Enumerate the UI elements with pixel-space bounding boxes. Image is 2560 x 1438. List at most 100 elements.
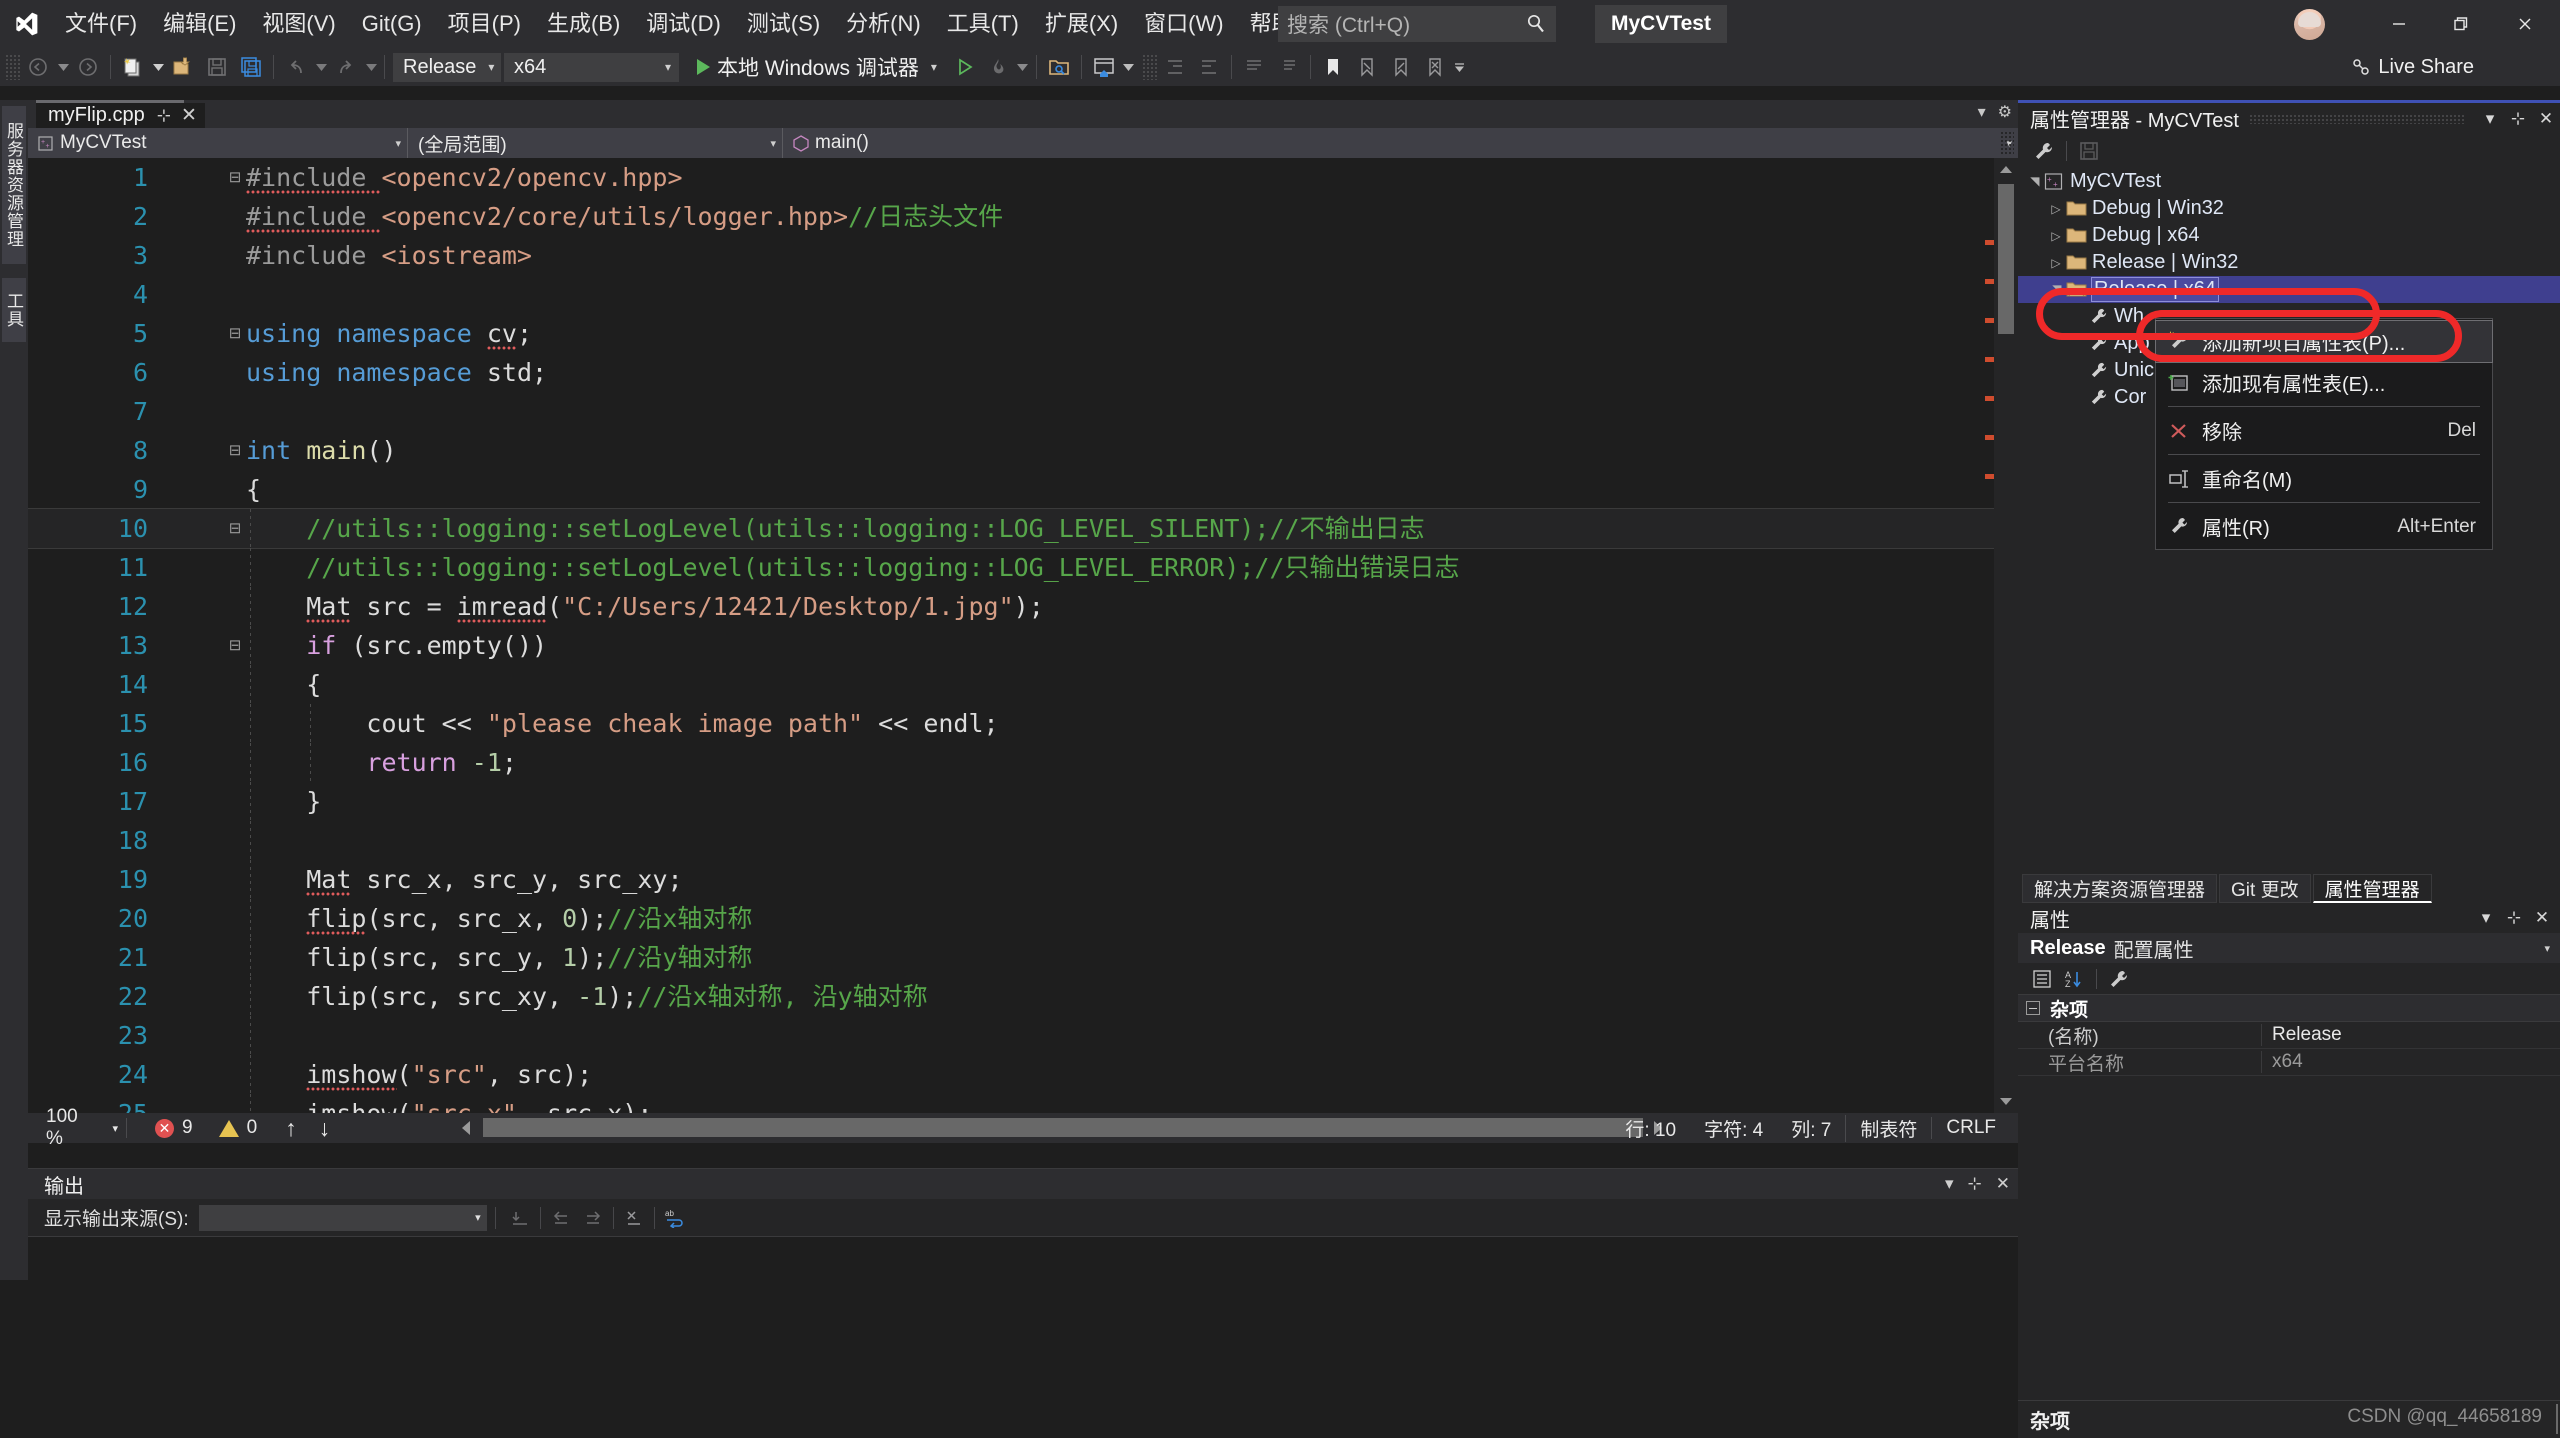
alphabetical-view-button[interactable]: AZ (2058, 964, 2090, 994)
menu-view[interactable]: 视图(V) (249, 6, 348, 42)
scroll-up-arrow-icon[interactable] (2000, 166, 2012, 173)
indentation-indicator[interactable]: 制表符 (1845, 1114, 1931, 1142)
line-ending-indicator[interactable]: CRLF (1931, 1117, 2010, 1139)
toggle-bookmark-button[interactable] (1316, 51, 1350, 83)
redo-button[interactable] (329, 51, 363, 83)
context-menu-item[interactable]: 属性(R) Alt+Enter (2156, 506, 2492, 547)
fold-collapse-icon[interactable]: ⊟ (224, 509, 246, 548)
code-editor[interactable]: 1 ⊟ #include <opencv2/opencv.hpp> 2 #include… (28, 158, 2018, 1113)
start-without-debugging-button[interactable] (947, 51, 981, 83)
warning-count-item[interactable]: 0 (218, 1117, 257, 1139)
code-line[interactable]: 10 ⊟ //utils::logging::setLogLevel(utils:… (28, 508, 2018, 549)
clear-bookmarks-button[interactable] (1418, 51, 1452, 83)
navigate-back-button[interactable] (21, 51, 55, 83)
code-line[interactable]: 6 using namespace std; (28, 353, 2018, 392)
close-button[interactable] (2494, 0, 2556, 48)
scrollbar-thumb[interactable] (1998, 184, 2014, 334)
horizontal-scrollbar[interactable] (483, 1118, 1643, 1137)
context-menu-item[interactable]: 添加现有属性表(E)... (2156, 362, 2492, 403)
fold-collapse-icon[interactable]: ⊟ (224, 431, 246, 470)
navbar-project-combo[interactable]: + + MyCVTest ▾ (28, 128, 408, 158)
go-to-next-button[interactable] (577, 1203, 609, 1233)
minimize-button[interactable] (2368, 0, 2430, 48)
save-property-sheet-button[interactable] (2073, 136, 2105, 166)
menu-file[interactable]: 文件(F) (52, 6, 150, 42)
live-share-button[interactable]: Live Share (2343, 51, 2482, 83)
code-line[interactable]: 3 #include <iostream> (28, 236, 2018, 275)
navbar-grip[interactable] (2000, 131, 2014, 155)
output-source-combo[interactable]: ▾ (198, 1204, 487, 1231)
chevron-expanded-icon[interactable]: ◢ (2027, 174, 2041, 190)
chevron-down-icon[interactable]: ▾ (1978, 102, 1986, 122)
tab-property-manager[interactable]: 属性管理器 (2312, 874, 2432, 903)
hot-reload-dropdown[interactable] (1015, 51, 1031, 83)
menu-analyze[interactable]: 分析(N) (833, 6, 934, 42)
code-line[interactable]: 24 imshow("src", src); (28, 1055, 2018, 1094)
clear-output-button[interactable] (504, 1203, 536, 1233)
tree-item[interactable]: ▷ Release | Win32 (2018, 249, 2560, 276)
horizontal-scrollbar-thumb[interactable] (483, 1118, 1643, 1137)
document-tab-myflip-cpp[interactable]: myFlip.cpp ⊹ ✕ (36, 103, 205, 128)
tab-git-changes[interactable]: Git 更改 (2219, 874, 2311, 903)
code-line[interactable]: 1 ⊟ #include <opencv2/opencv.hpp> (28, 158, 2018, 197)
platform-combo[interactable]: x64 ▾ (504, 52, 679, 82)
pin-icon[interactable]: ⊹ (2504, 105, 2532, 133)
code-line[interactable]: 16 return -1; (28, 743, 2018, 782)
new-item-dropdown[interactable] (150, 51, 166, 83)
configuration-combo[interactable]: Release ▾ (393, 52, 501, 82)
code-line[interactable]: 17 } (28, 782, 2018, 821)
properties-object-combo[interactable]: Release 配置属性 ▾ (2018, 933, 2560, 963)
properties-category-row[interactable]: 杂项 (2018, 995, 2560, 1022)
scroll-down-arrow-icon[interactable] (2000, 1098, 2012, 1105)
next-bookmark-button[interactable] (1384, 51, 1418, 83)
scroll-left-arrow-icon[interactable] (462, 1121, 470, 1135)
navigate-back-dropdown[interactable] (55, 51, 71, 83)
tree-item[interactable]: ▷ Debug | Win32 (2018, 195, 2560, 222)
start-debugging-button[interactable]: 本地 Windows 调试器 ▾ (691, 51, 943, 83)
settings-gear-icon[interactable]: ⚙ (1998, 102, 2012, 122)
tree-item[interactable]: ◢ + + MyCVTest (2018, 168, 2560, 195)
property-row-platform[interactable]: 平台名称 x64 (2018, 1049, 2560, 1076)
close-icon[interactable]: ✕ (2528, 904, 2556, 932)
code-line[interactable]: 4 (28, 275, 2018, 314)
next-issue-button[interactable]: ↓ (319, 1115, 331, 1142)
property-pages-button[interactable] (2028, 136, 2060, 166)
chevron-down-icon[interactable]: ▾ (931, 60, 937, 74)
previous-bookmark-button[interactable] (1350, 51, 1384, 83)
go-to-previous-button[interactable] (545, 1203, 577, 1233)
hot-reload-button[interactable] (981, 51, 1015, 83)
code-line[interactable]: 13 ⊟ if (src.empty()) (28, 626, 2018, 665)
code-line[interactable]: 12 Mat src = imread("C:/Users/12421/Desk… (28, 587, 2018, 626)
undo-dropdown[interactable] (313, 51, 329, 83)
chevron-collapsed-icon[interactable]: ▷ (2048, 256, 2064, 270)
code-line[interactable]: 22 flip(src, src_xy, -1);//沿x轴对称, 沿y轴对称 (28, 977, 2018, 1016)
code-line[interactable]: 23 (28, 1016, 2018, 1055)
window-layout-button[interactable] (1087, 51, 1121, 83)
uncomment-button[interactable] (1271, 51, 1305, 83)
indent-left-button[interactable] (1158, 51, 1192, 83)
menu-tools[interactable]: 工具(T) (934, 6, 1032, 42)
chevron-collapsed-icon[interactable]: ▷ (2048, 229, 2064, 243)
menu-project[interactable]: 项目(P) (435, 6, 534, 42)
code-line[interactable]: 8 ⊟ int main() (28, 431, 2018, 470)
navbar-scope-combo[interactable]: (全局范围) ▾ (408, 128, 783, 158)
new-item-button[interactable] (116, 51, 150, 83)
code-line[interactable]: 19 Mat src_x, src_y, src_xy; (28, 860, 2018, 899)
chevron-down-icon[interactable]: ▾ (2472, 904, 2500, 932)
close-icon[interactable]: ✕ (2532, 105, 2560, 133)
menu-window[interactable]: 窗口(W) (1131, 6, 1236, 42)
property-pages-button[interactable] (2103, 964, 2135, 994)
output-panel-body[interactable] (28, 1237, 2018, 1437)
menu-debug[interactable]: 调试(D) (633, 6, 734, 42)
clear-all-button[interactable] (618, 1203, 650, 1233)
collapse-icon[interactable] (2026, 1001, 2040, 1015)
code-line[interactable]: 20 flip(src, src_x, 0);//沿x轴对称 (28, 899, 2018, 938)
open-file-button[interactable] (166, 51, 200, 83)
toolbar-grip[interactable] (5, 54, 21, 80)
context-menu-item[interactable]: 添加新项目属性表(P)... (2155, 320, 2493, 363)
tab-solution-explorer[interactable]: 解决方案资源管理器 (2022, 874, 2218, 903)
chevron-expanded-icon[interactable]: ◢ (2049, 282, 2063, 298)
menu-edit[interactable]: 编辑(E) (150, 6, 249, 42)
fold-collapse-icon[interactable]: ⊟ (224, 158, 246, 197)
save-button[interactable] (200, 51, 234, 83)
